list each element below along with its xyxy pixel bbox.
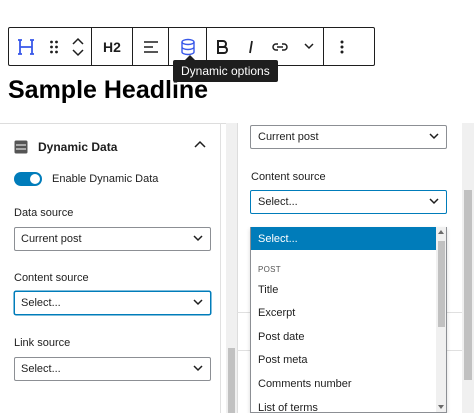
heading-block-icon[interactable] [9, 28, 43, 65]
dropdown-option[interactable]: Comments number [251, 372, 436, 395]
chevron-down-icon[interactable] [295, 28, 323, 65]
dropdown-option[interactable]: Excerpt [251, 301, 436, 324]
align-group [133, 28, 169, 65]
right-content-source-select[interactable]: Select... [250, 190, 447, 214]
heading-level-label: H2 [103, 38, 121, 55]
heading-level-group: H2 [92, 28, 133, 65]
align-left-icon[interactable] [133, 28, 168, 65]
content-source-label: Content source [14, 272, 89, 284]
dropdown-group-post: POST [258, 265, 281, 274]
right-content-source-value: Select... [258, 196, 298, 208]
right-data-source-value: Current post [258, 131, 319, 143]
right-scrollbar-thumb[interactable] [464, 190, 472, 380]
panel-title-label: Dynamic Data [38, 140, 118, 154]
dropdown-scrollbar-thumb[interactable] [438, 241, 445, 327]
link-source-select[interactable]: Select... [14, 357, 211, 381]
dropdown-option-select[interactable]: Select... [251, 227, 436, 250]
link-source-value: Select... [21, 363, 61, 375]
move-buttons [65, 28, 91, 65]
dropdown-option[interactable]: Post date [251, 325, 436, 348]
dropdown-option[interactable]: Post meta [251, 348, 436, 371]
move-up-icon[interactable] [72, 37, 84, 45]
more-options-icon[interactable] [324, 28, 360, 65]
content-source-value: Select... [21, 297, 61, 309]
panel-divider [220, 123, 221, 413]
chevron-up-icon[interactable] [194, 140, 206, 148]
dropdown-option[interactable]: Title [251, 278, 436, 301]
scroll-up-icon[interactable] [438, 230, 444, 234]
dropdown-option[interactable]: List of terms [251, 396, 436, 413]
chevron-down-icon [193, 235, 203, 242]
right-content-source-label: Content source [251, 171, 326, 183]
table-icon [14, 140, 28, 154]
data-source-value: Current post [21, 233, 82, 245]
move-down-icon[interactable] [72, 48, 84, 57]
toggle-knob [30, 174, 40, 184]
content-source-dropdown: Select... POST Title Excerpt Post date P… [250, 227, 447, 413]
tooltip-dynamic-options: Dynamic options [173, 55, 278, 82]
left-scrollbar-thumb[interactable] [228, 348, 235, 413]
link-source-label: Link source [14, 337, 71, 349]
chevron-down-icon [429, 198, 439, 205]
chevron-down-icon [429, 133, 439, 140]
chevron-down-icon [193, 365, 203, 372]
toggle-label: Enable Dynamic Data [52, 173, 159, 185]
more-group [324, 28, 360, 65]
scroll-down-icon[interactable] [438, 405, 444, 409]
block-type-group [9, 28, 92, 65]
drag-handle-icon[interactable] [43, 28, 65, 65]
right-data-source-select[interactable]: Current post [250, 125, 447, 149]
data-source-select[interactable]: Current post [14, 227, 211, 251]
data-source-label: Data source [14, 207, 74, 219]
chevron-down-icon [193, 299, 203, 306]
heading-level-button[interactable]: H2 [92, 28, 132, 65]
right-panel-border [237, 123, 238, 413]
enable-dynamic-data-toggle[interactable] [14, 172, 42, 186]
content-source-select[interactable]: Select... [14, 291, 211, 315]
dynamic-data-panel-header[interactable]: Dynamic Data [14, 140, 117, 154]
